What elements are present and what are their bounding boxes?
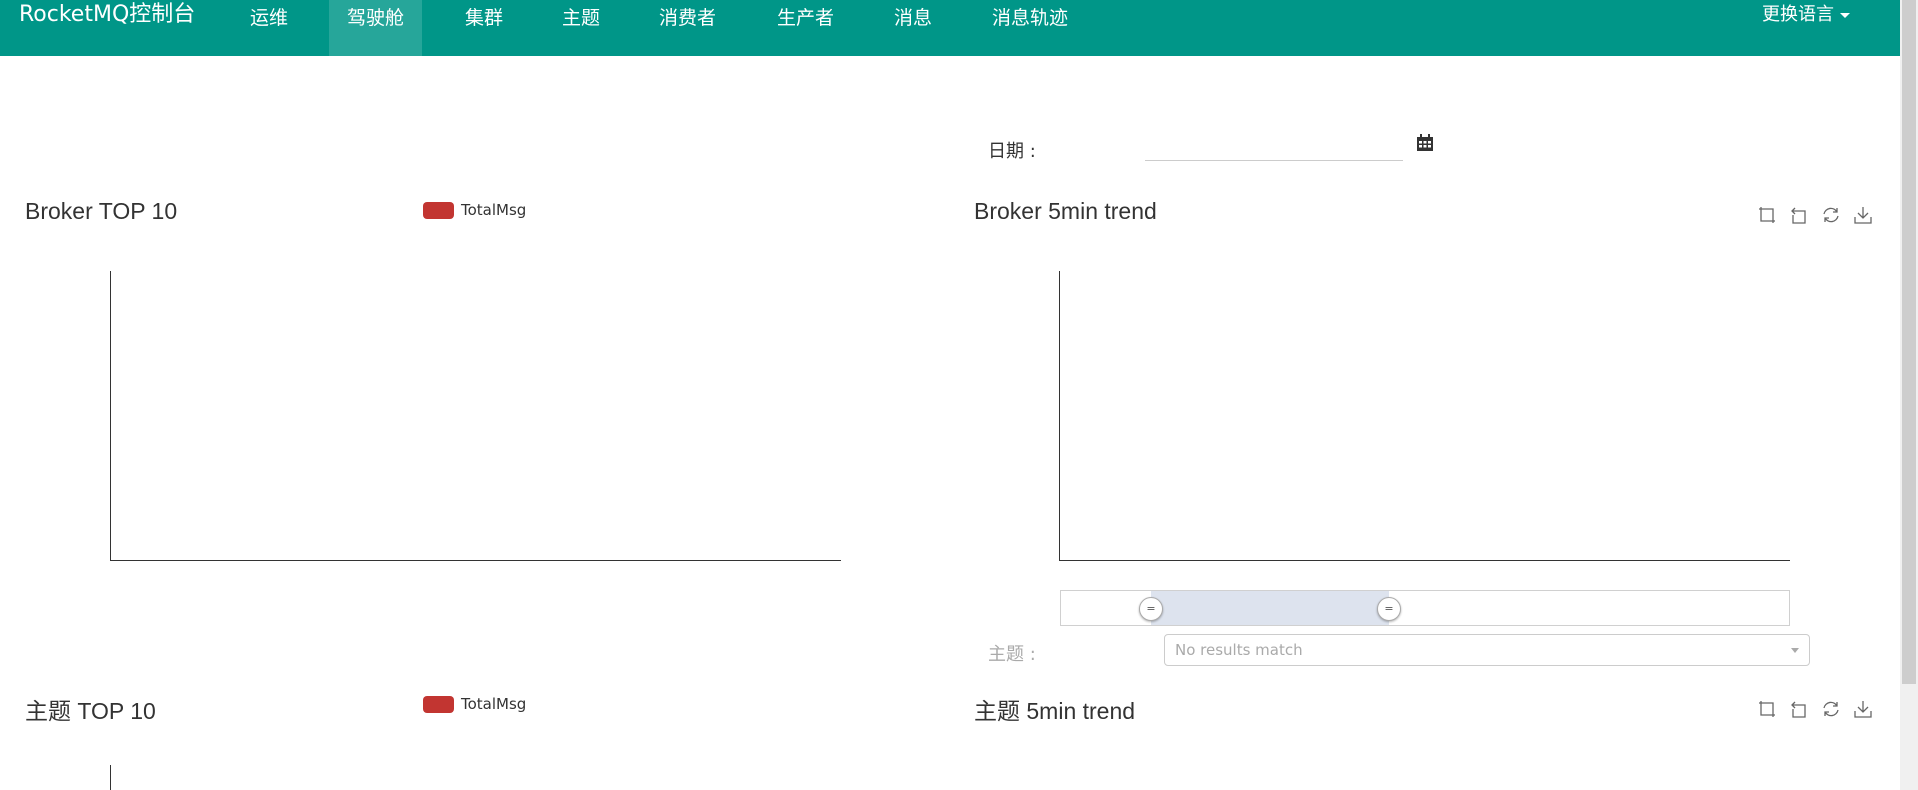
data-zoom-slider[interactable]: = =: [1060, 590, 1790, 626]
topic-top10-legend[interactable]: TotalMsg: [423, 695, 526, 713]
data-zoom-handle-end[interactable]: =: [1377, 597, 1401, 621]
topic-trend-title: 主题 5min trend: [974, 698, 1136, 724]
broker-trend-x-axis: [1059, 560, 1790, 561]
zoom-icon[interactable]: [1757, 699, 1777, 719]
language-label: 更换语言: [1762, 4, 1834, 25]
data-zoom-range[interactable]: [1151, 591, 1389, 625]
zoom-icon[interactable]: [1757, 205, 1777, 225]
nav-item-message-trace[interactable]: 消息轨迹: [974, 0, 1086, 56]
scrollbar-thumb[interactable]: [1902, 0, 1916, 684]
date-input[interactable]: [1145, 131, 1403, 161]
caret-down-icon: [1840, 12, 1850, 18]
nav-item-message[interactable]: 消息: [876, 0, 950, 56]
topic-trend-toolbox: [1757, 699, 1873, 719]
legend-swatch: [423, 695, 454, 713]
calendar-icon[interactable]: [1416, 134, 1434, 152]
restore-icon[interactable]: [1821, 699, 1841, 719]
nav-item-dashboard[interactable]: 驾驶舱: [329, 0, 423, 56]
broker-trend-title: Broker 5min trend: [974, 198, 1157, 224]
broker-trend-y-axis: [1059, 271, 1060, 561]
topic-select[interactable]: No results match: [1164, 634, 1810, 666]
download-icon[interactable]: [1853, 699, 1873, 719]
data-zoom-handle-start[interactable]: =: [1139, 597, 1163, 621]
date-label: 日期 :: [988, 141, 1036, 162]
top-navbar: RocketMQ控制台 运维 驾驶舱 集群 主题 消费者 生产者 消息 消息轨迹…: [0, 0, 1900, 56]
brand-title[interactable]: RocketMQ控制台: [19, 2, 195, 28]
nav-item-ops[interactable]: 运维: [232, 0, 306, 56]
broker-trend-toolbox: [1757, 205, 1873, 225]
broker-top10-title: Broker TOP 10: [25, 198, 178, 224]
topic-top10-title: 主题 TOP 10: [25, 698, 156, 724]
zoom-reset-icon[interactable]: [1789, 205, 1809, 225]
topic-filter-label: 主题 :: [988, 644, 1036, 665]
legend-swatch: [423, 201, 454, 219]
nav-item-cluster[interactable]: 集群: [447, 0, 521, 56]
chevron-down-icon: [1791, 648, 1799, 653]
zoom-reset-icon[interactable]: [1789, 699, 1809, 719]
legend-label: TotalMsg: [461, 201, 527, 219]
nav-item-consumer[interactable]: 消费者: [641, 0, 734, 56]
language-dropdown[interactable]: 更换语言: [1762, 0, 1850, 30]
topic-top10-y-axis: [110, 765, 111, 790]
broker-top10-legend[interactable]: TotalMsg: [423, 201, 526, 219]
broker-top10-x-axis: [110, 560, 841, 561]
nav-item-producer[interactable]: 生产者: [759, 0, 852, 56]
download-icon[interactable]: [1853, 205, 1873, 225]
broker-top10-y-axis: [110, 271, 111, 561]
nav-item-topic[interactable]: 主题: [544, 0, 618, 56]
restore-icon[interactable]: [1821, 205, 1841, 225]
legend-label: TotalMsg: [461, 695, 527, 713]
vertical-scrollbar[interactable]: [1900, 0, 1918, 790]
topic-select-placeholder: No results match: [1175, 641, 1303, 659]
